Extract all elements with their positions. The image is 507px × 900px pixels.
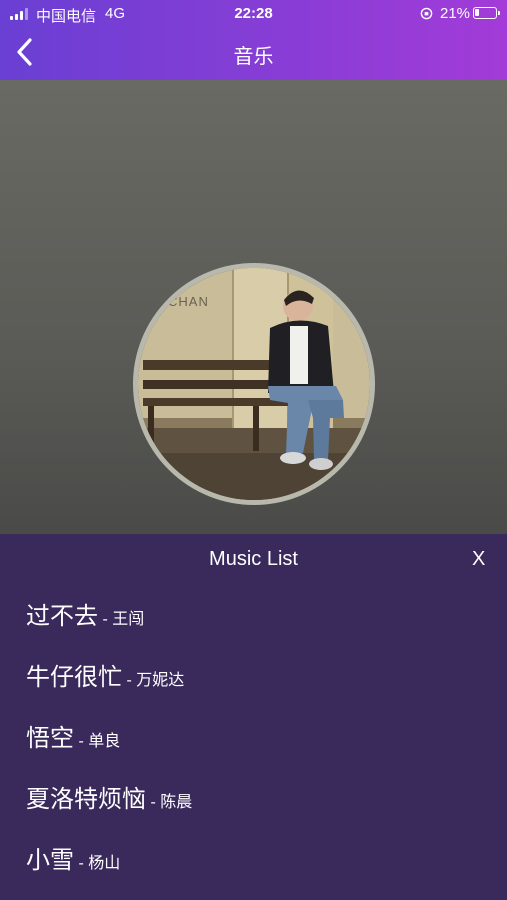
song-separator: - — [98, 611, 113, 628]
song-title: 悟空 — [26, 725, 74, 752]
album-cover[interactable]: CHAN — [133, 263, 375, 505]
cover-text: CHAN — [168, 294, 209, 309]
song-title: 夏洛特烦恼 — [26, 786, 146, 813]
song-title: 过不去 — [26, 603, 98, 630]
song-title: 小雪 — [26, 847, 74, 874]
song-artist: 杨山 — [88, 855, 121, 872]
song-artist: 万妮达 — [136, 672, 185, 689]
close-button[interactable]: X — [472, 548, 485, 571]
nav-bar: 音乐 — [0, 30, 507, 74]
header: 中国电信 4G 22:28 21% 音乐 — [0, 0, 507, 80]
list-item[interactable]: 悟空 - 单良 — [26, 718, 120, 753]
song-separator: - — [74, 855, 89, 872]
song-artist: 陈晨 — [160, 794, 193, 811]
list-item[interactable]: 小雪 - 杨山 — [26, 840, 120, 875]
music-list-title: Music List — [209, 548, 298, 570]
song-separator: - — [122, 672, 137, 689]
battery-icon — [473, 7, 500, 19]
list-item[interactable]: 夏洛特烦恼 - 陈晨 — [26, 779, 192, 814]
list-item[interactable]: 过不去 - 王闯 — [26, 596, 144, 631]
player-background: CHAN — [0, 80, 507, 534]
music-list-panel: Music List X 过不去 - 王闯 牛仔很忙 - 万妮达 悟空 - 单良… — [0, 534, 507, 900]
album-cover-image: CHAN — [138, 268, 370, 500]
status-bar: 中国电信 4G 22:28 21% — [0, 0, 507, 28]
rotation-lock-icon — [420, 7, 433, 20]
battery-percent: 21% — [440, 5, 471, 22]
page-title: 音乐 — [233, 46, 274, 68]
song-artist: 王闯 — [112, 611, 145, 628]
song-artist: 单良 — [88, 733, 121, 750]
song-separator: - — [74, 733, 89, 750]
song-separator: - — [146, 794, 161, 811]
list-item[interactable]: 牛仔很忙 - 万妮达 — [26, 657, 184, 692]
song-title: 牛仔很忙 — [26, 664, 122, 691]
